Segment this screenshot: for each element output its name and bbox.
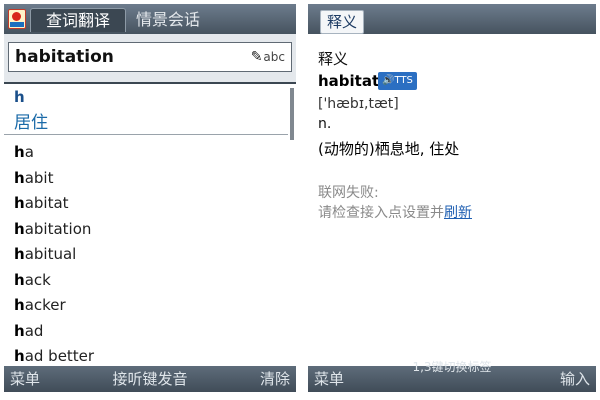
clear-softkey[interactable]: 清除 (260, 366, 290, 392)
match-meaning: 居住 (14, 113, 48, 133)
dictionary-app-icon (8, 9, 26, 29)
network-error-title: 联网失败: (318, 185, 379, 201)
handwriting-pen-icon: ✎ (250, 49, 263, 65)
search-input-value: habitation (15, 47, 114, 67)
list-item[interactable]: hacker (14, 293, 94, 319)
definition-text: (动物的)栖息地, 住处 (318, 140, 460, 158)
list-item[interactable]: habit (14, 166, 94, 192)
tab-lookup-translate[interactable]: 查词翻译 (30, 8, 126, 32)
input-mode-label: abc (263, 50, 285, 64)
list-item[interactable]: ha (14, 140, 94, 166)
list-item[interactable]: had (14, 319, 94, 345)
list-item[interactable]: habitual (14, 242, 94, 268)
divider (4, 134, 288, 135)
headword: habitat (318, 72, 380, 90)
dictionary-screen-left: 查词翻译 情景会话 habitation ✎abc h 居住 ha habit … (4, 4, 296, 392)
refresh-link[interactable]: 刷新 (444, 205, 472, 221)
input-softkey[interactable]: 输入 (560, 366, 590, 392)
speaker-icon: 🔊 (382, 75, 395, 86)
network-error-message: 请检查接入点设置并刷新 (318, 205, 472, 221)
search-input[interactable]: habitation ✎abc (8, 42, 292, 72)
tts-button[interactable]: 🔊TTS (378, 72, 417, 90)
tab-scene-conversation[interactable]: 情景会话 (130, 8, 206, 32)
list-item[interactable]: habitation (14, 217, 94, 243)
list-item[interactable]: habitat (14, 191, 94, 217)
word-suggestion-list: ha habit habitat habitation habitual hac… (14, 140, 94, 370)
top-tab-bar: 释义 (308, 4, 596, 34)
input-mode-indicator[interactable]: ✎abc (251, 47, 285, 67)
match-key: h (14, 88, 25, 106)
softkey-bar: 菜单 接听键发音 清除 (4, 366, 296, 392)
tab-switch-hint: 1,3键切换标签 (412, 360, 492, 374)
tab-definition[interactable]: 释义 (320, 10, 365, 34)
phonetic-transcription: ['hæbɪ,tæt] (318, 96, 399, 112)
softkey-bar: 菜单 1,3键切换标签 输入 (308, 360, 596, 392)
dictionary-screen-right: 释义 释义 habitat 🔊TTS ['hæbɪ,tæt] n. (动物的)栖… (308, 4, 596, 392)
part-of-speech: n. (318, 116, 332, 132)
list-item[interactable]: hack (14, 268, 94, 294)
definition-heading: 释义 (318, 50, 349, 68)
search-row: habitation ✎abc (4, 34, 296, 84)
top-tab-bar: 查词翻译 情景会话 (4, 4, 296, 34)
call-key-pronounce-softkey[interactable]: 接听键发音 (4, 366, 296, 392)
scrollbar[interactable] (290, 88, 294, 140)
